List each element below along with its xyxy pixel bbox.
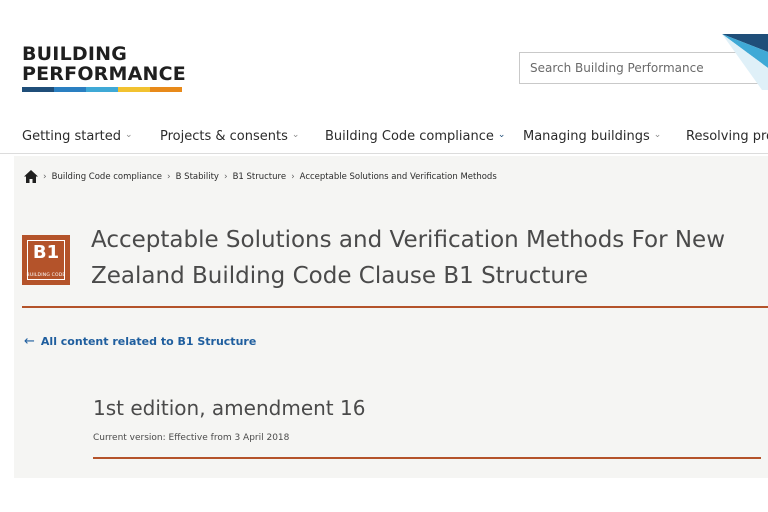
edition-divider: [93, 457, 761, 459]
nav-item-label: Building Code compliance: [325, 128, 494, 144]
back-link-label: All content related to B1 Structure: [40, 335, 257, 348]
page-title: Acceptable Solutions and Verification Me…: [91, 227, 726, 289]
nav-item-building-code-compliance[interactable]: Building Code compliance ⌄: [325, 126, 505, 146]
breadcrumb-separator: ›: [291, 171, 295, 182]
breadcrumb-link[interactable]: B Stability: [176, 172, 219, 182]
back-link[interactable]: ← All content related to B1 Structure: [24, 334, 256, 349]
chevron-down-icon: ⌄: [653, 130, 662, 140]
home-icon[interactable]: [24, 170, 38, 183]
main-content: › Building Code compliance › B Stability…: [14, 156, 768, 478]
badge-code: B1: [32, 242, 60, 263]
edition-heading: 1st edition, amendment 16: [93, 396, 366, 420]
nav-item-getting-started[interactable]: Getting started ⌄: [22, 126, 133, 146]
nav-item-label: Managing buildings: [523, 128, 650, 144]
nav-item-projects-consents[interactable]: Projects & consents ⌄: [160, 126, 299, 146]
nav-item-managing-buildings[interactable]: Managing buildings ⌄: [523, 126, 661, 146]
breadcrumb-current: Acceptable Solutions and Verification Me…: [299, 171, 497, 182]
main-nav: Getting started ⌄ Projects & consents ⌄ …: [0, 118, 768, 154]
arrow-left-icon: ←: [24, 334, 35, 349]
logo-stripe: [22, 87, 182, 92]
corner-decoration: [722, 34, 768, 90]
chevron-down-icon: ⌄: [125, 130, 133, 140]
badge-label: BUILDING CODE: [26, 273, 66, 278]
breadcrumb-link[interactable]: B1 Structure: [233, 172, 286, 182]
breadcrumb: › Building Code compliance › B Stability…: [24, 170, 497, 183]
nav-item-label: Resolving pro: [686, 128, 768, 144]
chevron-down-icon: ⌄: [291, 130, 300, 140]
nav-item-label: Projects & consents: [160, 128, 288, 144]
breadcrumb-separator: ›: [223, 171, 228, 182]
logo-text-line2: PERFORMANCE: [22, 63, 186, 85]
breadcrumb-separator: ›: [43, 171, 47, 182]
title-divider: [22, 306, 768, 308]
current-version-text: Current version: Effective from 3 April …: [93, 433, 290, 443]
search-input[interactable]: [520, 53, 720, 83]
nav-item-label: Getting started: [22, 128, 122, 144]
breadcrumb-link[interactable]: Building Code compliance: [52, 172, 162, 182]
building-code-badge: B1 BUILDING CODE: [22, 235, 70, 285]
breadcrumb-separator: ›: [167, 171, 171, 182]
site-logo[interactable]: BUILDING PERFORMANCE: [22, 44, 192, 92]
logo-text-line1: BUILDING: [22, 43, 128, 65]
chevron-down-icon: ⌄: [497, 130, 506, 140]
nav-item-resolving-problems[interactable]: Resolving pro: [686, 126, 768, 146]
